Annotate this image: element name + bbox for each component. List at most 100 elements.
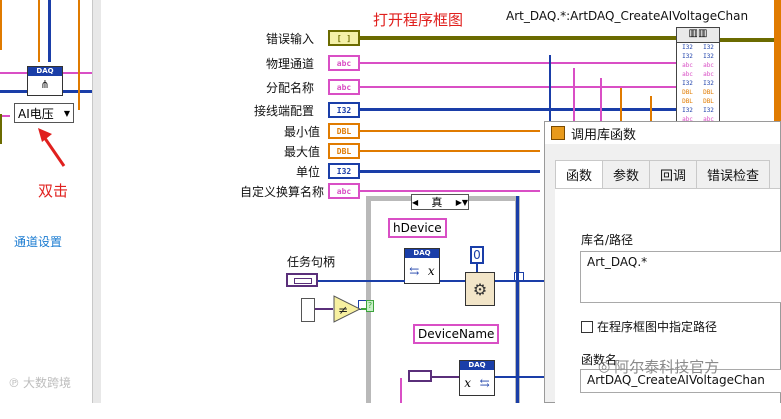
daq-vi-icon[interactable]: DAQ ⋔ bbox=[27, 66, 63, 96]
polymorphic-icon: ⋔ bbox=[40, 78, 50, 91]
prev-case-icon[interactable]: ◀ bbox=[412, 198, 418, 207]
input-label: 接线端配置 bbox=[253, 104, 314, 118]
call-library-icon: ▥▥ bbox=[677, 28, 719, 43]
wire bbox=[0, 0, 2, 50]
task-handle-terminal[interactable] bbox=[286, 273, 318, 287]
input-label: 错误输入 bbox=[265, 32, 314, 46]
daq-tag: DAQ bbox=[28, 67, 62, 76]
wire bbox=[476, 264, 478, 272]
library-path-field[interactable]: Art_DAQ.* bbox=[580, 251, 781, 303]
error-wire bbox=[360, 36, 678, 40]
open-diagram-label: 打开程序框图 bbox=[373, 11, 464, 29]
input-label: 分配名称 bbox=[265, 81, 314, 95]
tab-function[interactable]: 函数 bbox=[555, 160, 604, 188]
swap-icon: ⇆ bbox=[409, 263, 420, 278]
wire bbox=[495, 280, 550, 282]
function-header-path: Art_DAQ.*:ArtDAQ_CreateAIVoltageChan bbox=[506, 9, 749, 23]
dialog-tabs: 函数 参数 回调 错误检查 bbox=[555, 160, 780, 189]
max-value-terminal[interactable]: DBL bbox=[328, 143, 360, 159]
case-selector-label: 真 bbox=[431, 196, 443, 209]
dialog-app-icon bbox=[551, 126, 565, 140]
wire bbox=[573, 68, 575, 123]
case-selector-terminal: ? bbox=[366, 300, 374, 312]
input-label: 最大值 bbox=[283, 145, 320, 159]
wire bbox=[360, 62, 680, 64]
red-arrow-icon bbox=[38, 128, 66, 167]
physical-channel-terminal[interactable]: abc bbox=[328, 55, 360, 71]
daq-property-node[interactable]: DAQ ⇆ x bbox=[404, 248, 440, 284]
x-glyph: x bbox=[427, 263, 435, 278]
specify-path-label: 在程序框图中指定路径 bbox=[597, 320, 718, 334]
right-watermark: ◎ 阿尔泰科技官方 bbox=[598, 356, 719, 377]
wire bbox=[495, 376, 544, 378]
error-out-wire bbox=[719, 38, 774, 42]
input-label: 物理通道 bbox=[265, 57, 314, 71]
wire bbox=[48, 0, 51, 62]
wire bbox=[432, 376, 459, 378]
input-label: 单位 bbox=[295, 165, 320, 179]
wire bbox=[549, 55, 551, 125]
wire bbox=[360, 170, 540, 173]
wire bbox=[62, 72, 92, 74]
wire bbox=[78, 0, 80, 110]
tab-callbacks[interactable]: 回调 bbox=[649, 160, 698, 188]
min-value-terminal[interactable]: DBL bbox=[328, 123, 360, 139]
svg-text:≠: ≠ bbox=[338, 303, 348, 317]
dialog-title: 调用库函数 bbox=[571, 127, 637, 143]
case-selector[interactable]: ◀ 真 ▶▼ bbox=[411, 194, 469, 210]
x-glyph: x bbox=[464, 375, 472, 390]
wire bbox=[400, 378, 402, 403]
specify-path-checkbox[interactable] bbox=[581, 320, 593, 333]
task-handle-label: 任务句柄 bbox=[287, 255, 336, 269]
zero-constant[interactable]: 0 bbox=[470, 246, 484, 264]
function-panel: 库名/路径 Art_DAQ.* 在程序框图中指定路径 函数名 ArtDAQ_Cr… bbox=[555, 189, 781, 419]
next-case-icon[interactable]: ▶▼ bbox=[456, 198, 468, 207]
dialog-titlebar[interactable]: 调用库函数 bbox=[545, 122, 780, 144]
wechat-icon: ◎ bbox=[598, 358, 611, 375]
call-library-node[interactable]: ▥▥ I32 I32 I32 I32 abc abc abc abc I32 I32 DB… bbox=[676, 27, 720, 123]
ai-type-value: AI电压 bbox=[18, 106, 54, 121]
wire bbox=[360, 150, 540, 152]
terminal-config-terminal[interactable]: I32 bbox=[328, 102, 360, 118]
task-handle-constant[interactable] bbox=[408, 370, 432, 382]
ai-type-selector[interactable]: AI电压 ▼ bbox=[14, 103, 74, 123]
pane-divider[interactable] bbox=[92, 0, 101, 403]
device-name-label: DeviceName bbox=[413, 324, 500, 344]
wire bbox=[440, 280, 465, 282]
wire bbox=[360, 86, 680, 88]
tab-parameters[interactable]: 参数 bbox=[602, 160, 651, 188]
specify-path-option[interactable]: 在程序框图中指定路径 bbox=[581, 318, 717, 335]
assigned-name-terminal[interactable]: abc bbox=[328, 79, 360, 95]
tab-error-checking[interactable]: 错误检查 bbox=[696, 160, 771, 188]
wire bbox=[600, 78, 602, 123]
structure-border bbox=[774, 0, 781, 130]
daq-tag: DAQ bbox=[405, 249, 439, 258]
watermark-logo-icon: ℗ bbox=[8, 375, 20, 390]
library-path-label: 库名/路径 bbox=[581, 233, 634, 247]
wire bbox=[360, 130, 540, 132]
channel-settings-link[interactable]: 通道设置 bbox=[14, 233, 62, 250]
error-in-terminal[interactable]: [ ] bbox=[328, 30, 360, 46]
gear-icon[interactable]: ⚙ bbox=[465, 272, 495, 306]
wire bbox=[0, 114, 2, 144]
dropdown-arrow-icon: ▼ bbox=[63, 108, 70, 118]
swap-icon: ⇆ bbox=[479, 375, 490, 390]
not-equal-icon[interactable]: ≠ bbox=[333, 295, 361, 323]
left-watermark: ℗ 大数跨境 bbox=[8, 374, 71, 391]
input-label: 最小值 bbox=[283, 125, 320, 139]
hdevice-label: hDevice bbox=[388, 218, 447, 238]
units-terminal[interactable]: I32 bbox=[328, 163, 360, 179]
wire bbox=[38, 0, 40, 62]
empty-constant[interactable] bbox=[301, 298, 315, 322]
wire bbox=[620, 88, 622, 123]
daq-tag: DAQ bbox=[460, 361, 494, 370]
wire bbox=[360, 190, 540, 192]
wire bbox=[315, 308, 333, 310]
wire bbox=[516, 196, 519, 403]
wire bbox=[360, 108, 680, 111]
custom-scale-terminal[interactable]: abc bbox=[328, 183, 360, 199]
dialog-body: 函数 参数 回调 错误检查 库名/路径 Art_DAQ.* 在程序框图中指定路径… bbox=[545, 144, 781, 419]
daq-property-node[interactable]: DAQ x ⇆ bbox=[459, 360, 495, 396]
right-watermark-text: 阿尔泰科技官方 bbox=[614, 358, 720, 376]
left-watermark-text: 大数跨境 bbox=[23, 376, 72, 390]
